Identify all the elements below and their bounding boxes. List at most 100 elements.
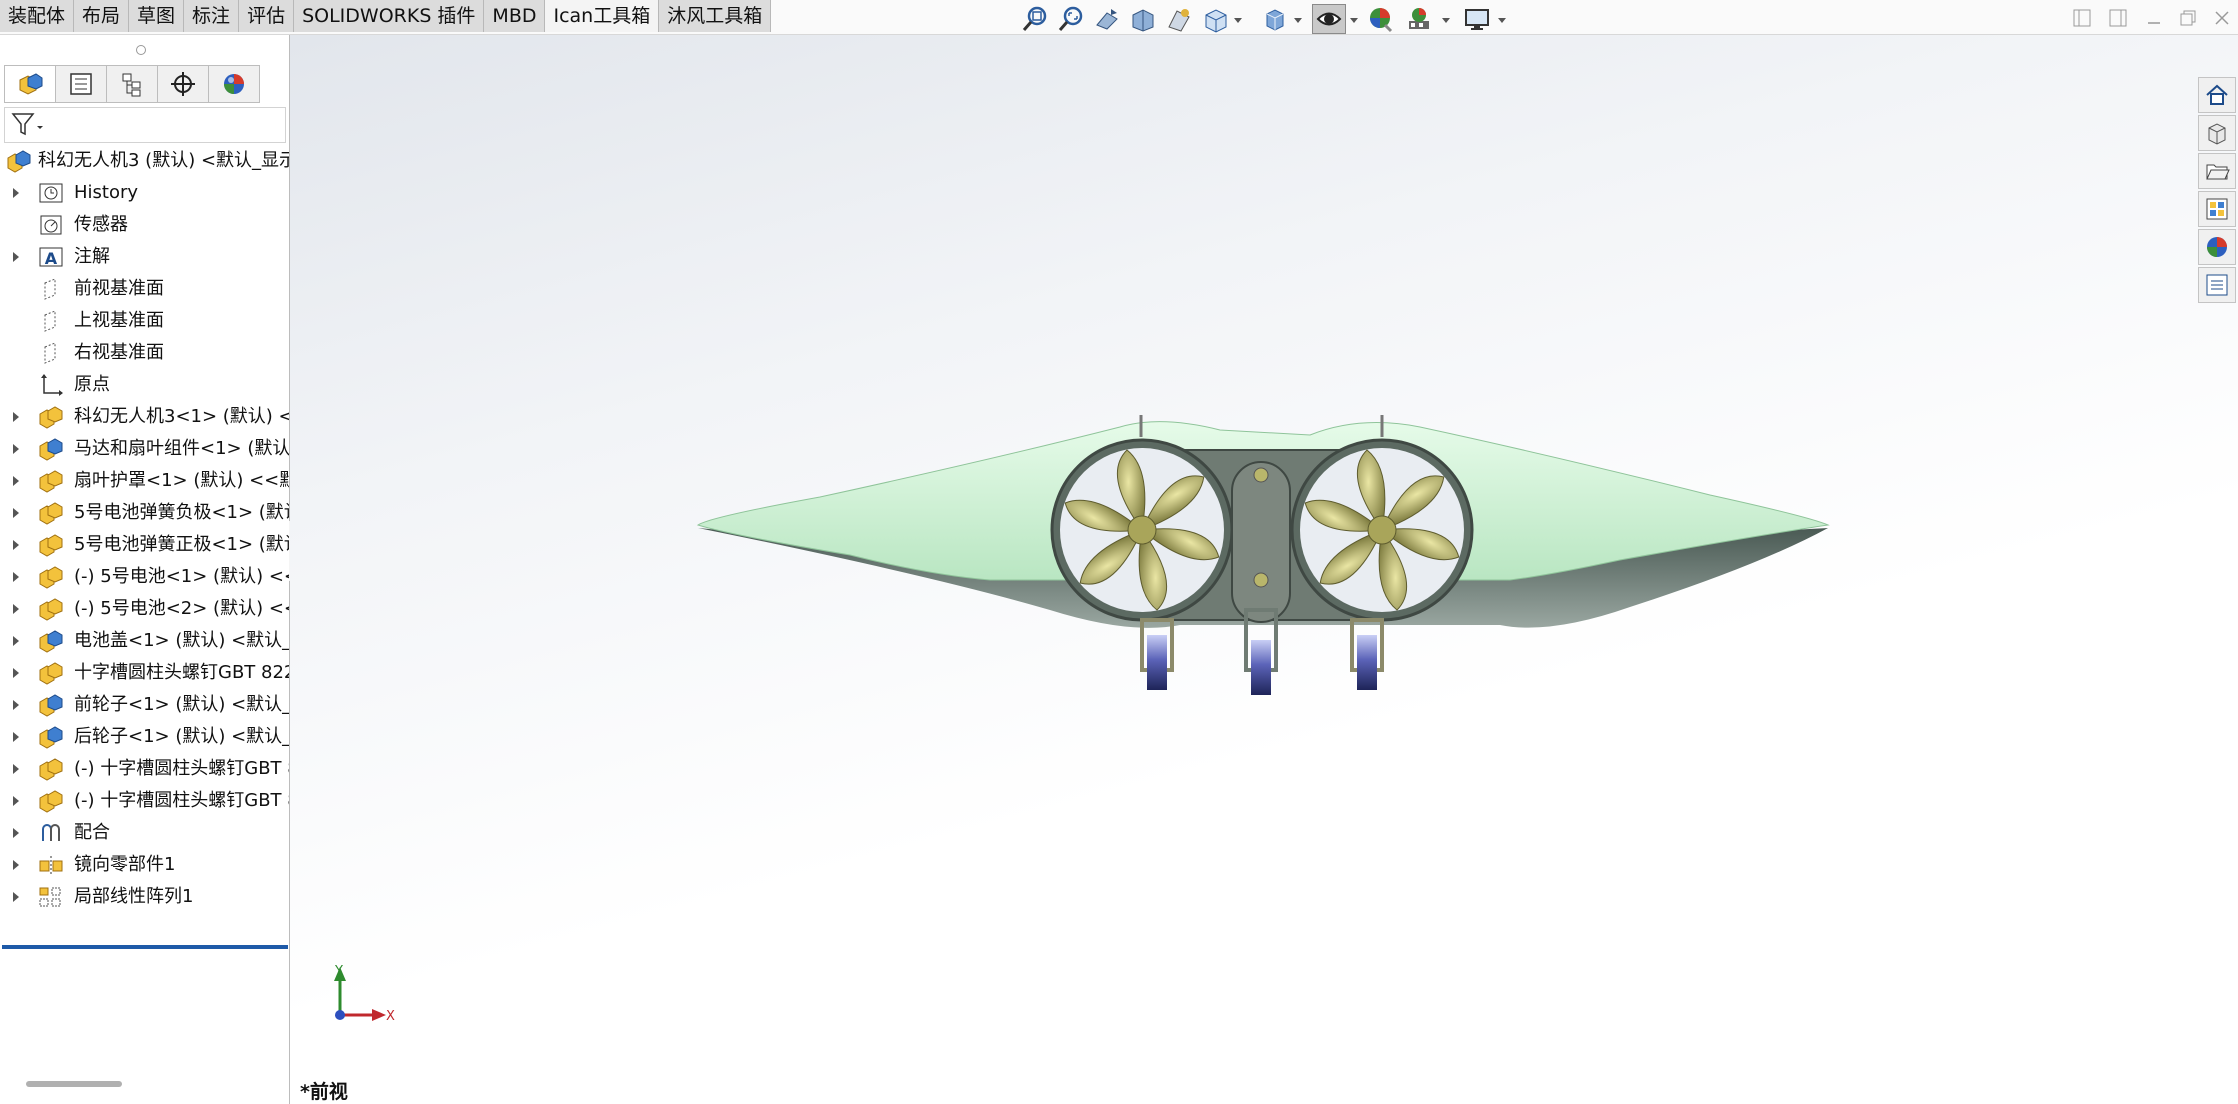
configurationmanager-tab[interactable] bbox=[106, 65, 157, 103]
expand-arrow-icon[interactable] bbox=[13, 604, 19, 614]
featuremanager-tab[interactable] bbox=[4, 65, 55, 103]
expand-arrow-icon[interactable] bbox=[13, 668, 19, 678]
tree-item-right-plane[interactable]: 右视基准面 bbox=[0, 337, 289, 369]
zoom-to-fit-icon[interactable] bbox=[1018, 4, 1052, 34]
apply-scene-dropdown-icon[interactable] bbox=[1442, 18, 1450, 23]
task-pane-appearances[interactable] bbox=[2198, 229, 2236, 265]
tree-item-component[interactable]: 后轮子<1> (默认) <默认_显 bbox=[0, 721, 289, 753]
close-icon[interactable] bbox=[2208, 6, 2236, 30]
feature-manager-panel: 科幻无人机3 (默认) <默认_显示 History 传感器 A 注解 前视基准… bbox=[0, 35, 290, 1104]
tree-item-component[interactable]: 前轮子<1> (默认) <默认_显 bbox=[0, 689, 289, 721]
tab-sketch[interactable]: 草图 bbox=[129, 0, 185, 32]
tree-item-component[interactable]: 5号电池弹簧正极<1> (默认 bbox=[0, 529, 289, 561]
displaymanager-tab[interactable] bbox=[208, 65, 260, 103]
tab-evaluate[interactable]: 评估 bbox=[239, 0, 295, 32]
edit-appearance-icon[interactable] bbox=[1364, 4, 1398, 34]
tile-right-icon[interactable] bbox=[2104, 6, 2132, 30]
drone-model[interactable] bbox=[290, 35, 2238, 1104]
subassembly-icon bbox=[39, 502, 63, 525]
tree-item-origin[interactable]: 原点 bbox=[0, 369, 289, 401]
tab-ican-toolbox[interactable]: Ican工具箱 bbox=[545, 0, 660, 32]
expand-arrow-icon[interactable] bbox=[13, 540, 19, 550]
task-pane-view-palette[interactable] bbox=[2198, 191, 2236, 227]
tree-item-component[interactable]: 扇叶护罩<1> (默认) <<默 bbox=[0, 465, 289, 497]
tile-left-icon[interactable] bbox=[2068, 6, 2096, 30]
expand-arrow-icon[interactable] bbox=[13, 508, 19, 518]
apply-scene-icon[interactable] bbox=[1402, 4, 1436, 34]
expand-arrow-icon[interactable] bbox=[13, 732, 19, 742]
view-settings-dropdown-icon[interactable] bbox=[1498, 18, 1506, 23]
expand-arrow-icon[interactable] bbox=[13, 796, 19, 806]
part-icon bbox=[39, 630, 63, 653]
horizontal-scrollbar[interactable] bbox=[26, 1081, 122, 1087]
rollback-bar[interactable] bbox=[2, 945, 288, 949]
tree-root-assembly[interactable]: 科幻无人机3 (默认) <默认_显示 bbox=[0, 145, 289, 177]
tree-root-label: 科幻无人机3 (默认) <默认_显示 bbox=[38, 150, 289, 171]
tab-layout[interactable]: 布局 bbox=[74, 0, 130, 32]
expand-arrow-icon[interactable] bbox=[13, 476, 19, 486]
tree-item-component[interactable]: 马达和扇叶组件<1> (默认) bbox=[0, 433, 289, 465]
expand-arrow-icon[interactable] bbox=[13, 252, 19, 262]
dimxpert-icon bbox=[171, 72, 195, 96]
battery-cover bbox=[1231, 461, 1291, 623]
view-orientation-dropdown-icon[interactable] bbox=[1234, 18, 1242, 23]
view-orientation-icon[interactable] bbox=[1198, 4, 1232, 34]
tab-mufeng-toolbox[interactable]: 沐风工具箱 bbox=[659, 0, 772, 32]
task-pane-file-explorer[interactable] bbox=[2198, 153, 2236, 189]
expand-arrow-icon[interactable] bbox=[13, 828, 19, 838]
tree-item-component[interactable]: (-) 十字槽圆柱头螺钉GBT 8 bbox=[0, 753, 289, 785]
section-view-icon[interactable] bbox=[1126, 4, 1160, 34]
tree-item-mates[interactable]: 配合 bbox=[0, 817, 289, 849]
display-style-icon[interactable] bbox=[1258, 4, 1292, 34]
tree-filter[interactable] bbox=[4, 107, 286, 143]
previous-view-icon[interactable] bbox=[1090, 4, 1124, 34]
zoom-to-area-icon[interactable] bbox=[1054, 4, 1088, 34]
dimxpert-tab[interactable] bbox=[157, 65, 208, 103]
hide-show-items-icon[interactable] bbox=[1312, 4, 1346, 34]
tree-item-component[interactable]: (-) 十字槽圆柱头螺钉GBT 8 bbox=[0, 785, 289, 817]
view-settings-icon[interactable] bbox=[1460, 4, 1494, 34]
tree-item-top-plane[interactable]: 上视基准面 bbox=[0, 305, 289, 337]
task-pane-custom-properties[interactable] bbox=[2198, 267, 2236, 303]
hide-show-dropdown-icon[interactable] bbox=[1350, 18, 1358, 23]
propertymanager-tab[interactable] bbox=[55, 65, 106, 103]
fan-left bbox=[1050, 438, 1234, 622]
tree-item-component[interactable]: (-) 5号电池<1> (默认) <<! bbox=[0, 561, 289, 593]
dynamic-annotation-icon[interactable] bbox=[1162, 4, 1196, 34]
tab-markup[interactable]: 标注 bbox=[184, 0, 240, 32]
tab-mbd[interactable]: MBD bbox=[484, 0, 546, 32]
expand-arrow-icon[interactable] bbox=[13, 188, 19, 198]
expand-arrow-icon[interactable] bbox=[13, 636, 19, 646]
task-pane-design-library[interactable] bbox=[2198, 115, 2236, 151]
task-pane-home[interactable] bbox=[2198, 77, 2236, 113]
feature-tree: 科幻无人机3 (默认) <默认_显示 History 传感器 A 注解 前视基准… bbox=[0, 145, 289, 913]
minimize-icon[interactable] bbox=[2140, 6, 2168, 30]
expand-arrow-icon[interactable] bbox=[13, 700, 19, 710]
expand-arrow-icon[interactable] bbox=[13, 860, 19, 870]
tab-solidworks-addins[interactable]: SOLIDWORKS 插件 bbox=[294, 0, 485, 32]
tree-item-annotations[interactable]: A 注解 bbox=[0, 241, 289, 273]
part-icon bbox=[39, 726, 63, 749]
tree-item-sensors[interactable]: 传感器 bbox=[0, 209, 289, 241]
plane-icon bbox=[44, 342, 56, 364]
tree-item-component[interactable]: 5号电池弹簧负极<1> (默认 bbox=[0, 497, 289, 529]
tree-item-component[interactable]: (-) 5号电池<2> (默认) <<! bbox=[0, 593, 289, 625]
display-style-dropdown-icon[interactable] bbox=[1294, 18, 1302, 23]
expand-arrow-icon[interactable] bbox=[13, 412, 19, 422]
expand-arrow-icon[interactable] bbox=[13, 572, 19, 582]
panel-grip-icon[interactable] bbox=[136, 45, 146, 55]
expand-arrow-icon[interactable] bbox=[13, 764, 19, 774]
tab-assembly[interactable]: 装配体 bbox=[0, 0, 75, 32]
graphics-area[interactable]: Y X *前视 bbox=[290, 35, 2238, 1104]
expand-arrow-icon[interactable] bbox=[13, 892, 19, 902]
expand-arrow-icon[interactable] bbox=[13, 444, 19, 454]
tree-item-component[interactable]: 电池盖<1> (默认) <默认_显 bbox=[0, 625, 289, 657]
tree-item-component[interactable]: 科幻无人机3<1> (默认) << bbox=[0, 401, 289, 433]
tree-item-component[interactable]: 十字槽圆柱头螺钉GBT 822 bbox=[0, 657, 289, 689]
tree-item-history[interactable]: History bbox=[0, 177, 289, 209]
restore-icon[interactable] bbox=[2174, 6, 2202, 30]
mirror-icon bbox=[39, 856, 63, 875]
tree-item-mirror-component[interactable]: 镜向零部件1 bbox=[0, 849, 289, 881]
tree-item-linear-pattern[interactable]: 局部线性阵列1 bbox=[0, 881, 289, 913]
tree-item-front-plane[interactable]: 前视基准面 bbox=[0, 273, 289, 305]
